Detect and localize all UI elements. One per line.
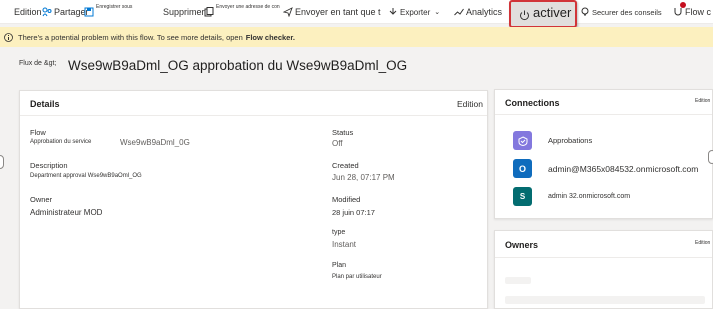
edit-button[interactable]: Edition bbox=[14, 0, 42, 24]
command-bar: Edition Partager Enregistrer sous Suppri… bbox=[0, 0, 713, 28]
connections-title: Connections bbox=[505, 98, 560, 108]
outlook-icon: O bbox=[513, 159, 532, 178]
sharepoint-icon: S bbox=[513, 187, 532, 206]
approvals-icon bbox=[513, 131, 532, 150]
edit-button-label: Edition bbox=[14, 7, 42, 17]
delete-button[interactable]: Supprimer bbox=[163, 0, 205, 24]
export-label: Exporter bbox=[400, 7, 431, 17]
flow-label: Flow bbox=[30, 128, 46, 137]
connection-item-sharepoint[interactable]: S admin 32.onmicrosoft.com bbox=[513, 187, 630, 206]
page-title: Wse9wB9aDml_OG approbation du Wse9wB9aDm… bbox=[68, 58, 408, 73]
scroll-handle-left[interactable] bbox=[0, 155, 4, 169]
owners-edit-button[interactable]: Edition bbox=[695, 240, 710, 246]
description-value: Department approval Wse9wB9aOml_OG bbox=[30, 173, 142, 179]
analytics-label: Analytics bbox=[466, 7, 503, 17]
details-title: Details bbox=[30, 99, 60, 109]
owner-label: Owner bbox=[30, 195, 53, 204]
breadcrumb[interactable]: Flux de &gt; bbox=[19, 60, 56, 67]
modified-value: 28 juin 07:17 bbox=[332, 208, 375, 217]
notification-dot bbox=[680, 2, 686, 8]
connections-edit-button[interactable]: Edition bbox=[695, 98, 710, 104]
delete-button-label: Supprimer bbox=[163, 7, 205, 17]
flow-checker-link[interactable]: Flow checker. bbox=[246, 33, 295, 42]
secure-button[interactable]: Securer des conseils bbox=[580, 0, 662, 24]
copy-icon bbox=[204, 7, 214, 17]
share-icon bbox=[42, 7, 52, 17]
connection-item-outlook[interactable]: O admin@M365x084532.onmicrosoft.com bbox=[513, 159, 698, 178]
secure-label: Securer des conseils bbox=[592, 7, 662, 17]
flow-value-prefix: Approbation du service bbox=[30, 139, 92, 145]
warning-banner: There's a potential problem with this fl… bbox=[0, 27, 713, 47]
connections-divider bbox=[495, 114, 712, 115]
send-copy-label: Envoyer en tant que t bbox=[295, 7, 381, 17]
send-copy-button[interactable]: Envoyer en tant que t bbox=[283, 0, 381, 24]
lightbulb-icon bbox=[580, 7, 590, 17]
details-divider bbox=[20, 115, 487, 116]
owners-card: Owners Edition bbox=[494, 230, 713, 309]
info-icon bbox=[4, 32, 13, 42]
connection-label: Approbations bbox=[548, 136, 593, 145]
analytics-button[interactable]: Analytics bbox=[454, 0, 502, 24]
connection-label: admin 32.onmicrosoft.com bbox=[548, 193, 631, 200]
status-label: Status bbox=[332, 128, 354, 137]
activate-button[interactable]: activer bbox=[509, 0, 577, 28]
owner-value: Administrateur MOD bbox=[30, 208, 103, 217]
owners-divider bbox=[495, 257, 712, 258]
send-icon bbox=[283, 7, 293, 17]
flow-checker-button[interactable]: Flow c bbox=[673, 0, 711, 24]
power-icon bbox=[519, 8, 530, 26]
export-button[interactable]: Exporter ⌄ bbox=[388, 0, 440, 24]
send-copy-email-label: Envoyer une adresse de con bbox=[216, 4, 280, 10]
created-value: Jun 28, 07:17 PM bbox=[332, 173, 395, 182]
modified-label: Modified bbox=[332, 195, 361, 204]
export-icon bbox=[388, 7, 398, 17]
save-as-button-label: Enregistrer sous bbox=[96, 4, 133, 10]
created-label: Created bbox=[332, 161, 359, 170]
save-as-button[interactable]: Enregistrer sous bbox=[84, 0, 132, 24]
status-value: Off bbox=[332, 139, 343, 148]
description-label: Description bbox=[30, 161, 68, 170]
loading-placeholder bbox=[505, 296, 705, 304]
flow-checker-label: Flow c bbox=[685, 7, 712, 17]
type-label: type bbox=[332, 229, 346, 236]
stethoscope-icon bbox=[673, 7, 683, 17]
chevron-down-icon: ⌄ bbox=[434, 9, 441, 16]
share-button[interactable]: Partager bbox=[42, 0, 89, 24]
type-value: Instant bbox=[332, 240, 357, 249]
details-card: Details Edition Flow Approbation du serv… bbox=[19, 90, 488, 309]
loading-placeholder bbox=[505, 277, 531, 284]
send-copy-email-button[interactable]: Envoyer une adresse de con bbox=[204, 0, 280, 24]
connection-label: admin@M365x084532.onmicrosoft.com bbox=[548, 163, 699, 174]
connection-item-approvals[interactable]: Approbations bbox=[513, 131, 592, 150]
activate-label: activer bbox=[533, 5, 572, 20]
analytics-icon bbox=[454, 7, 464, 17]
owners-title: Owners bbox=[505, 240, 539, 250]
details-edit-button[interactable]: Edition bbox=[457, 99, 483, 109]
banner-message: There's a potential problem with this fl… bbox=[18, 32, 243, 42]
flow-value-name: Wse9wB9aDml_0G bbox=[120, 138, 190, 147]
plan-label: Plan bbox=[332, 262, 347, 269]
plan-value: Plan par utilisateur bbox=[332, 274, 382, 280]
scroll-handle-right[interactable] bbox=[708, 150, 713, 164]
save-icon bbox=[84, 7, 94, 17]
